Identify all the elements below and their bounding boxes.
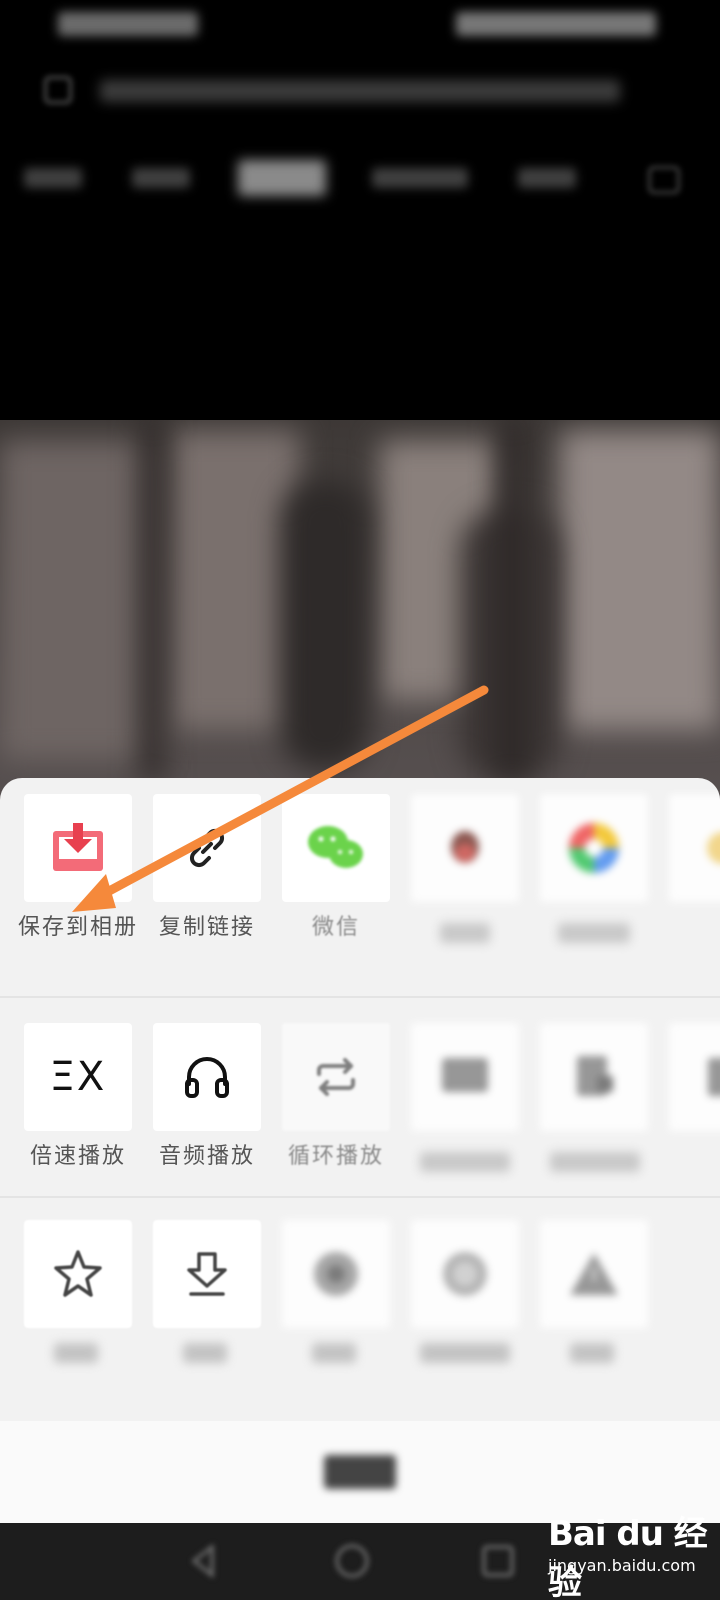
audio-playback-label: 音频播放	[158, 1144, 255, 1169]
speed-icon: ΞX	[24, 1023, 132, 1131]
warning-icon	[540, 1220, 648, 1328]
share-sheet: 保存到相册 复制链接 微信 ΞX 倍速播放 音频播放 循环播放	[0, 778, 720, 1523]
tab[interactable]	[24, 168, 82, 188]
option-icon	[540, 1023, 648, 1131]
top-tabs	[0, 148, 720, 208]
pillar	[140, 420, 164, 780]
blurred-label	[183, 1343, 227, 1363]
search-icon	[44, 76, 72, 104]
speed-glyph: ΞX	[49, 1054, 107, 1100]
playback-speed-label: 倍速播放	[29, 1144, 126, 1169]
cancel-label	[324, 1455, 396, 1489]
loop-playback-label: 循环播放	[287, 1144, 384, 1169]
wechat-label: 微信	[311, 915, 360, 940]
wechat-icon	[282, 794, 390, 902]
blurred-label	[558, 923, 630, 943]
person-silhouette	[280, 480, 370, 770]
home-icon[interactable]	[332, 1541, 372, 1581]
moments-icon	[540, 794, 648, 902]
watermark-logo: Bai du 经验	[548, 1514, 708, 1600]
tab[interactable]	[518, 168, 576, 188]
tab[interactable]	[372, 168, 468, 188]
blurred-label	[550, 1152, 640, 1172]
status-bar	[0, 0, 720, 52]
pillar	[500, 420, 524, 780]
copy-link-label: 复制链接	[158, 915, 255, 940]
recents-icon[interactable]	[478, 1541, 518, 1581]
video-background	[0, 440, 160, 760]
qq-icon	[411, 794, 519, 902]
blurred-label	[440, 923, 490, 943]
option-icon	[411, 1220, 519, 1328]
option-icon	[411, 1023, 519, 1131]
option-icon	[282, 1220, 390, 1328]
row-divider	[0, 996, 720, 998]
share-target-icon	[669, 794, 720, 902]
option-icon	[669, 1023, 720, 1131]
blurred-label	[54, 1343, 98, 1363]
baidu-jingyan-watermark: Bai du 经验 jingyan.baidu.com	[548, 1506, 716, 1600]
save-to-album-label: 保存到相册	[17, 915, 138, 940]
blurred-label	[312, 1343, 356, 1363]
video-player[interactable]	[0, 420, 720, 800]
tab[interactable]	[132, 168, 190, 188]
search-bar[interactable]	[40, 68, 620, 114]
link-icon	[153, 794, 261, 902]
video-background	[560, 430, 720, 730]
download-icon	[153, 1220, 261, 1328]
blurred-label	[420, 1152, 510, 1172]
status-signal	[58, 12, 198, 36]
headphones-icon	[153, 1023, 261, 1131]
tab-active[interactable]	[238, 160, 326, 196]
save-to-album-icon	[24, 794, 132, 902]
blurred-label	[420, 1343, 510, 1363]
row-divider	[0, 1196, 720, 1198]
status-battery-time	[456, 12, 656, 36]
search-placeholder	[100, 80, 620, 102]
blurred-label	[570, 1343, 614, 1363]
star-icon	[24, 1220, 132, 1328]
loop-icon	[282, 1023, 390, 1131]
back-icon[interactable]	[184, 1541, 224, 1581]
watermark-url: jingyan.baidu.com	[548, 1556, 696, 1575]
more-icon[interactable]	[648, 166, 680, 194]
